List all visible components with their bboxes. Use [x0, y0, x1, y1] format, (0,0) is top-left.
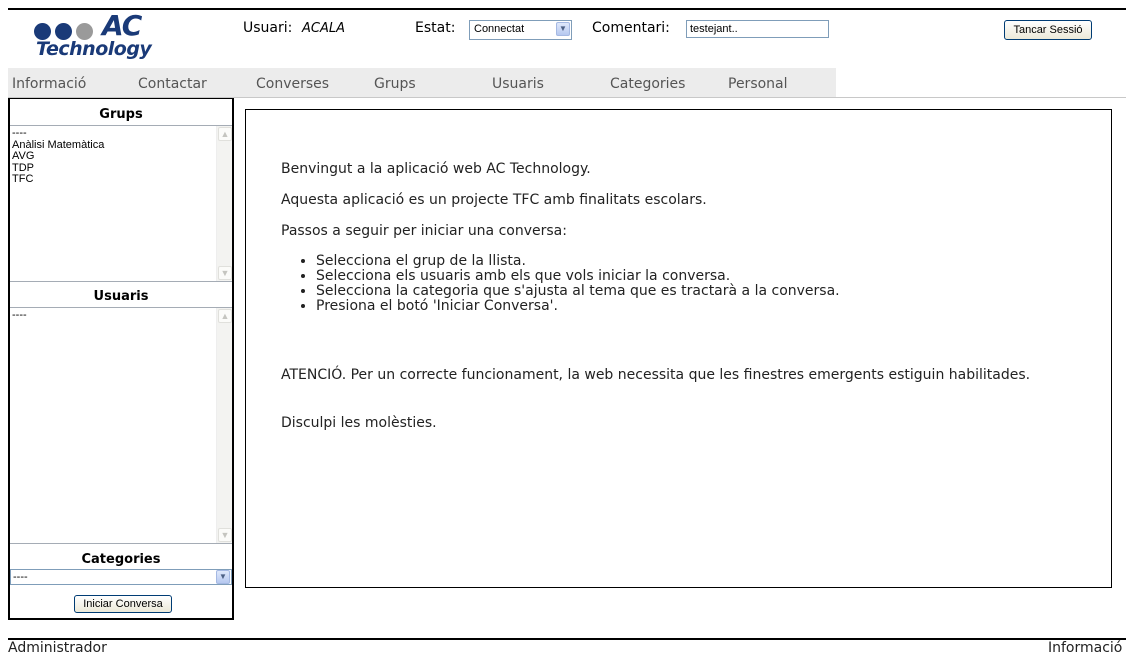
nav-item-categories[interactable]: Categories	[610, 76, 685, 92]
comment-input[interactable]: testejant..	[686, 20, 829, 38]
footer-info-link[interactable]: Informació	[1048, 640, 1122, 656]
users-title: Usuaris	[93, 289, 149, 304]
status-label: Estat:	[415, 20, 456, 36]
categories-title: Categories	[81, 552, 161, 567]
user-item[interactable]: ----	[12, 309, 27, 322]
chevron-down-icon[interactable]: ▼	[216, 570, 230, 584]
welcome-text: Benvingut a la aplicació web AC Technolo…	[281, 161, 591, 177]
category-select[interactable]: ---- ▼	[10, 569, 232, 585]
scroll-up-icon[interactable]: ▲	[218, 309, 232, 323]
nav-item-usuaris[interactable]: Usuaris	[492, 76, 544, 92]
user-value: ACALA	[302, 21, 345, 36]
status-select-value: Connectat	[474, 23, 525, 35]
apology-text: Disculpi les molèsties.	[281, 415, 437, 431]
welcome-panel: Benvingut a la aplicació web AC Technolo…	[245, 109, 1112, 588]
users-listbox[interactable]: ---- ▲ ▼	[10, 307, 232, 544]
group-item[interactable]: ----	[12, 127, 104, 140]
scroll-up-icon[interactable]: ▲	[218, 127, 232, 141]
users-scrollbar[interactable]: ▲ ▼	[216, 308, 232, 543]
step-item: Selecciona els usuaris amb els que vols …	[316, 269, 840, 284]
logout-button[interactable]: Tancar Sessió	[1004, 20, 1092, 40]
steps-list: Selecciona el grup de la llista. Selecci…	[281, 254, 840, 314]
main-nav: Informació Contactar Converses Grups Usu…	[8, 68, 836, 98]
nav-item-grups[interactable]: Grups	[374, 76, 416, 92]
step-item: Selecciona el grup de la llista.	[316, 254, 840, 269]
nav-item-informacio[interactable]: Informació	[12, 76, 86, 92]
scroll-down-icon[interactable]: ▼	[218, 528, 232, 542]
footer-role: Administrador	[8, 640, 107, 656]
footer-divider	[8, 638, 1126, 640]
scroll-down-icon[interactable]: ▼	[218, 266, 232, 280]
group-item[interactable]: TFC	[12, 173, 104, 186]
ac-technology-logo: AC Technology	[24, 9, 234, 64]
user-label: Usuari:	[243, 20, 293, 36]
step-item: Presiona el botó 'Iniciar Conversa'.	[316, 299, 840, 314]
groups-title: Grups	[99, 107, 143, 122]
warning-text: ATENCIÓ. Per un correcte funcionament, l…	[281, 367, 1031, 383]
nav-item-contactar[interactable]: Contactar	[138, 76, 207, 92]
groups-scrollbar[interactable]: ▲ ▼	[216, 126, 232, 281]
comment-label: Comentari:	[592, 20, 670, 36]
category-select-value: ----	[13, 571, 28, 583]
nav-item-converses[interactable]: Converses	[256, 76, 329, 92]
logo-subtitle: Technology	[36, 38, 152, 60]
group-item[interactable]: AVG	[12, 150, 104, 163]
chevron-down-icon[interactable]: ▼	[556, 22, 570, 36]
sidebar: Grups ---- Anàlisi Matemàtica AVG TDP TF…	[8, 98, 234, 620]
nav-item-personal[interactable]: Personal	[728, 76, 788, 92]
groups-listbox[interactable]: ---- Anàlisi Matemàtica AVG TDP TFC ▲ ▼	[10, 125, 232, 282]
status-select[interactable]: Connectat ▼	[469, 20, 572, 40]
start-conversation-button[interactable]: Iniciar Conversa	[74, 595, 172, 613]
step-item: Selecciona la categoria que s'ajusta al …	[316, 284, 840, 299]
steps-title: Passos a seguir per iniciar una conversa…	[281, 223, 567, 239]
intro-text: Aquesta aplicació es un projecte TFC amb…	[281, 192, 707, 208]
